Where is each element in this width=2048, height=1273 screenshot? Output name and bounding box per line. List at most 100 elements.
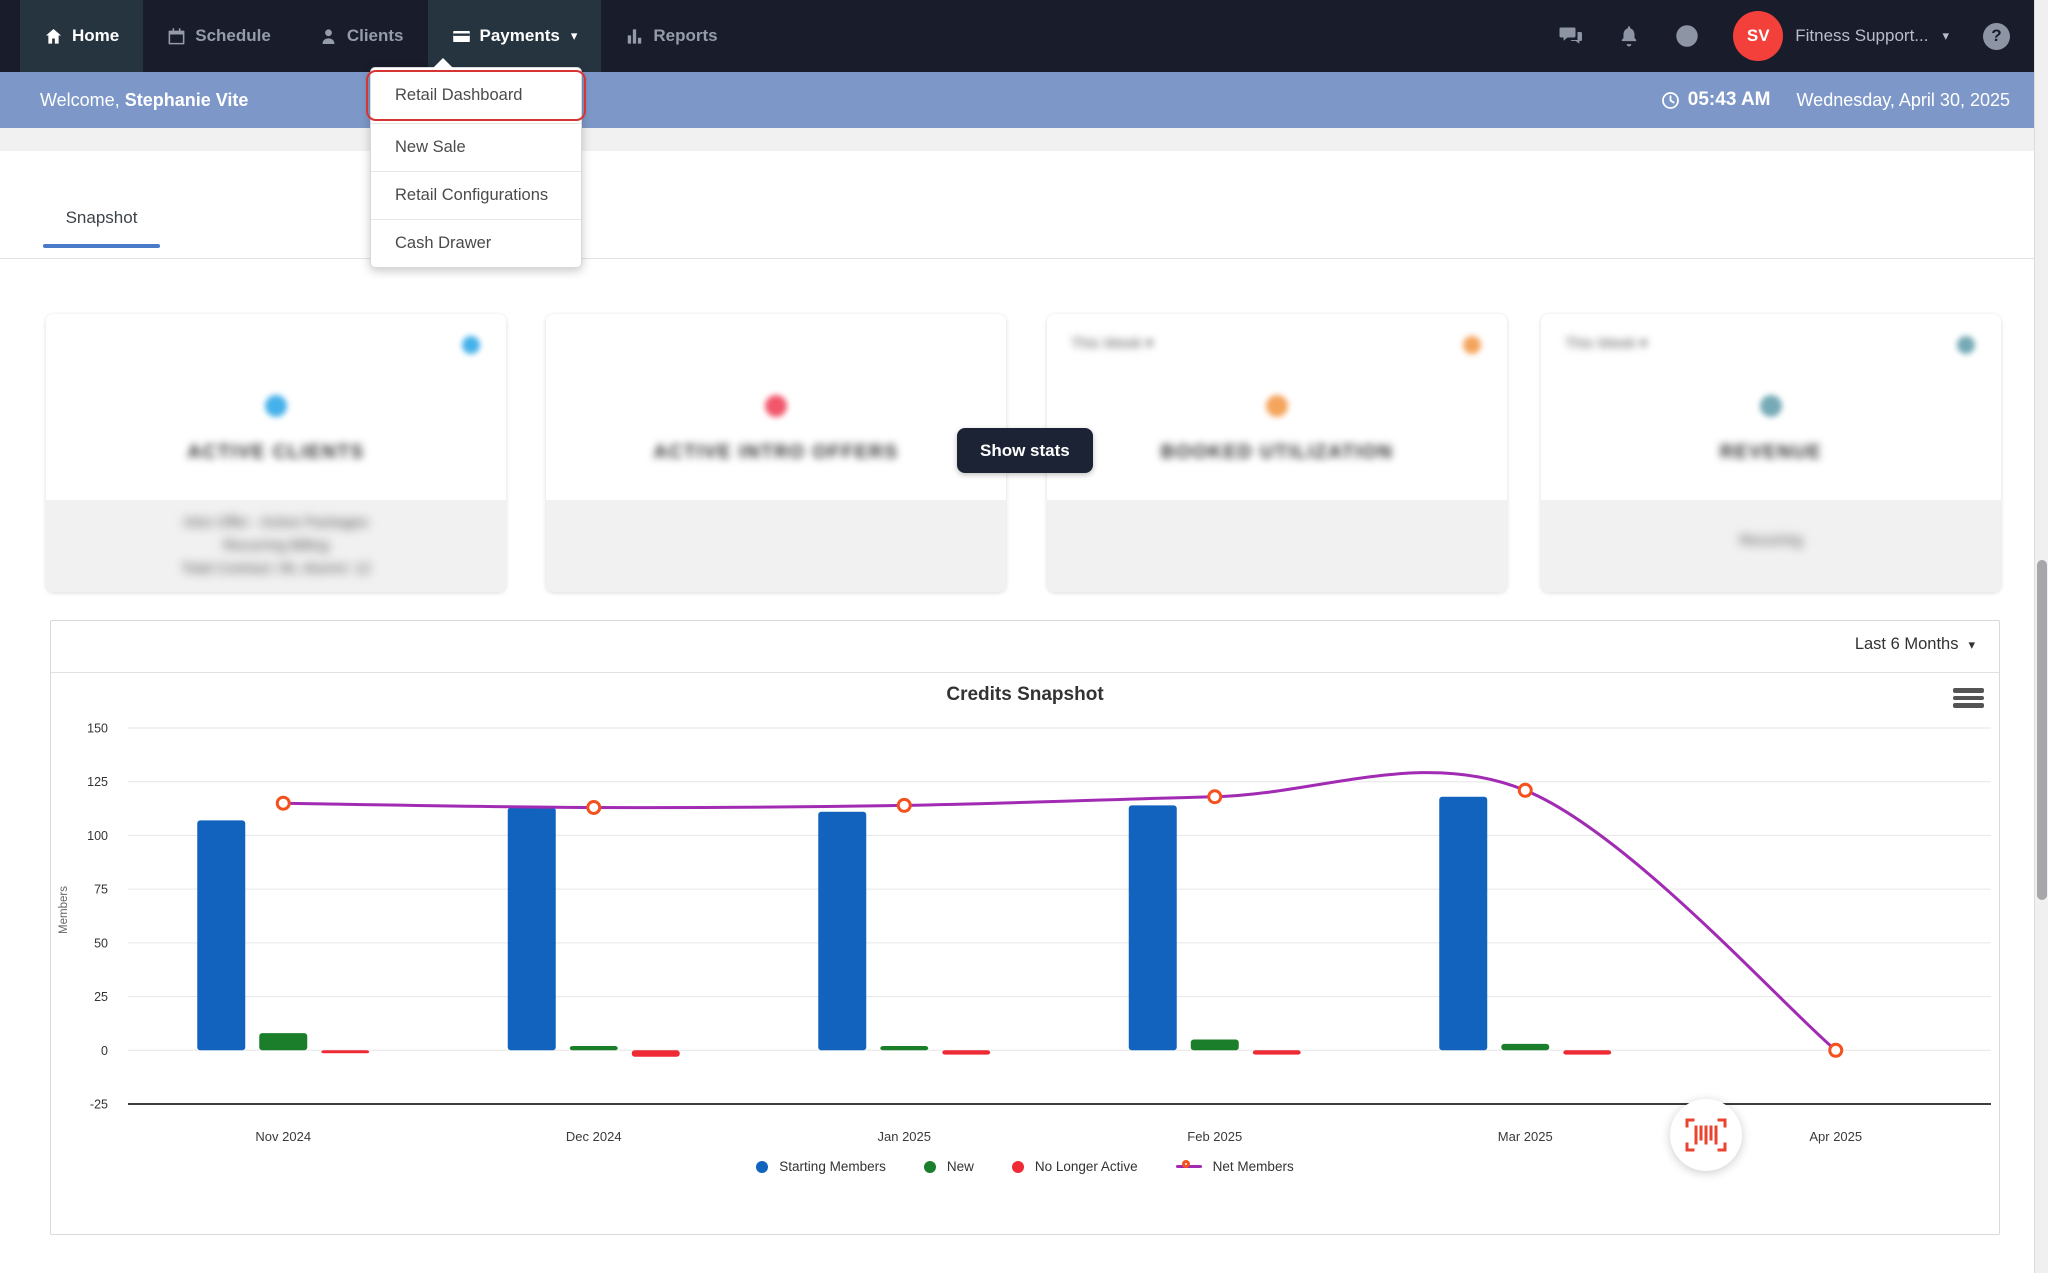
footer-line: Recurring Billing (46, 535, 506, 558)
menu-item-new-sale[interactable]: New Sale (371, 123, 581, 171)
menu-item-cash-drawer[interactable]: Cash Drawer (371, 219, 581, 267)
menu-item-label: Retail Configurations (395, 186, 548, 205)
stat-card-booked-utilization: This Week ▾ BOOKED UTILIZATION (1047, 314, 1507, 592)
tabs-row: Snapshot (0, 151, 2048, 259)
legend-item-starting-members[interactable]: Starting Members (756, 1159, 886, 1174)
menu-item-label: Cash Drawer (395, 234, 491, 253)
nav-label: Clients (347, 26, 404, 46)
page-scrollbar (2034, 0, 2048, 1273)
account-name: Fitness Support... (1795, 26, 1928, 46)
stat-donut-icon (265, 395, 287, 417)
current-date: Wednesday, April 30, 2025 (1797, 90, 2010, 111)
legend-item-new[interactable]: New (924, 1159, 974, 1174)
nav-label: Home (72, 26, 119, 46)
stat-donut-icon (1266, 395, 1288, 417)
y-axis-tick-label: 25 (94, 990, 108, 1004)
y-axis-title: Members (58, 886, 70, 934)
nav-item-home[interactable]: Home (20, 0, 143, 72)
card-title: REVENUE (1541, 442, 2001, 464)
menu-item-label: New Sale (395, 138, 466, 157)
gear-icon[interactable] (1463, 336, 1481, 354)
chat-icon[interactable] (1559, 24, 1583, 48)
page-background-strip (0, 128, 2048, 151)
chevron-down-icon: ▾ (1942, 28, 1949, 44)
show-stats-button[interactable]: Show stats (957, 428, 1093, 473)
marker-net-members (1830, 1044, 1842, 1056)
card-title: BOOKED UTILIZATION (1047, 442, 1507, 464)
legend-line-marker (1176, 1160, 1202, 1174)
tab-snapshot[interactable]: Snapshot (43, 151, 160, 248)
bar-no-longer-active (1563, 1050, 1611, 1054)
clock-small-icon (1661, 91, 1680, 110)
bar-starting-members (197, 820, 245, 1050)
gear-icon[interactable] (462, 336, 480, 354)
calendar-icon (167, 27, 186, 46)
bar-chart-icon (625, 27, 644, 46)
bar-new (1191, 1040, 1239, 1051)
tab-label: Snapshot (66, 208, 138, 228)
avatar: SV (1733, 11, 1783, 61)
card-title: ACTIVE CLIENTS (46, 442, 506, 464)
credit-card-icon (452, 27, 471, 46)
menu-item-retail-configurations[interactable]: Retail Configurations (371, 171, 581, 219)
stat-donut-icon (1760, 395, 1782, 417)
nav-label: Schedule (195, 26, 271, 46)
y-axis-tick-label: -25 (90, 1098, 108, 1112)
stat-card-active-clients: ACTIVE CLIENTS Intro Offer - Active Pack… (46, 314, 506, 592)
nav-label: Reports (653, 26, 717, 46)
person-icon (319, 27, 338, 46)
legend-item-net-members[interactable]: Net Members (1176, 1159, 1294, 1174)
account-menu[interactable]: SV Fitness Support... ▾ (1733, 11, 1949, 61)
stat-card-revenue: This Week ▾ REVENUE Recurring (1541, 314, 2001, 592)
active-tab-underline (43, 244, 160, 248)
card-footer: Recurring (1541, 500, 2001, 592)
y-axis-tick-label: 125 (87, 775, 108, 789)
scrollbar-thumb[interactable] (2037, 560, 2047, 900)
clock-icon[interactable] (1675, 24, 1699, 48)
legend-dot (756, 1161, 768, 1173)
y-axis-tick-label: 50 (94, 936, 108, 950)
marker-net-members (898, 799, 910, 811)
footer-line: Intro Offer - Active Packages (46, 512, 506, 535)
chart-panel-header: Last 6 Months ▾ (51, 621, 1999, 673)
home-icon (44, 27, 63, 46)
menu-item-retail-dashboard[interactable]: Retail Dashboard (371, 68, 581, 123)
barcode-scan-fab[interactable] (1670, 1099, 1742, 1171)
help-icon[interactable]: ? (1983, 23, 2010, 50)
x-axis-tick-label: Apr 2025 (1809, 1129, 1862, 1144)
nav-item-schedule[interactable]: Schedule (143, 0, 295, 72)
footer-line: Recurring (1541, 530, 2001, 553)
top-nav: Home Schedule Clients Payments ▾ Reports (0, 0, 2048, 72)
card-footer (546, 500, 1006, 592)
bar-no-longer-active (632, 1050, 680, 1056)
chevron-down-icon: ▾ (1968, 637, 1975, 653)
bar-no-longer-active (321, 1050, 369, 1053)
bell-icon[interactable] (1617, 24, 1641, 48)
legend-label: No Longer Active (1035, 1159, 1138, 1174)
period-dropdown[interactable]: This Week ▾ (1071, 334, 1153, 352)
gear-icon[interactable] (1957, 336, 1975, 354)
x-axis-tick-label: Mar 2025 (1498, 1129, 1553, 1144)
y-axis-tick-label: 100 (87, 829, 108, 843)
bar-starting-members (508, 807, 556, 1050)
welcome-message: Welcome, Stephanie Vite (40, 90, 248, 111)
legend-item-no-longer-active[interactable]: No Longer Active (1012, 1159, 1138, 1174)
period-dropdown[interactable]: This Week ▾ (1565, 334, 1647, 352)
legend-label: New (947, 1159, 974, 1174)
nav-item-payments[interactable]: Payments ▾ (428, 0, 602, 72)
legend-label: Starting Members (779, 1159, 886, 1174)
bar-no-longer-active (1253, 1050, 1301, 1054)
nav-label: Payments (480, 26, 560, 46)
nav-item-clients[interactable]: Clients (295, 0, 428, 72)
bar-new (1501, 1044, 1549, 1050)
legend-dot (924, 1161, 936, 1173)
stat-card-active-intro-offers: ACTIVE INTRO OFFERS (546, 314, 1006, 592)
range-selector[interactable]: Last 6 Months ▾ (1855, 635, 1975, 654)
nav-item-reports[interactable]: Reports (601, 0, 741, 72)
dropdown-caret (433, 58, 453, 68)
legend-label: Net Members (1213, 1159, 1294, 1174)
stat-donut-icon (765, 395, 787, 417)
marker-net-members (1209, 791, 1221, 803)
x-axis-tick-label: Dec 2024 (566, 1129, 622, 1144)
current-time: 05:43 AM (1661, 89, 1771, 111)
